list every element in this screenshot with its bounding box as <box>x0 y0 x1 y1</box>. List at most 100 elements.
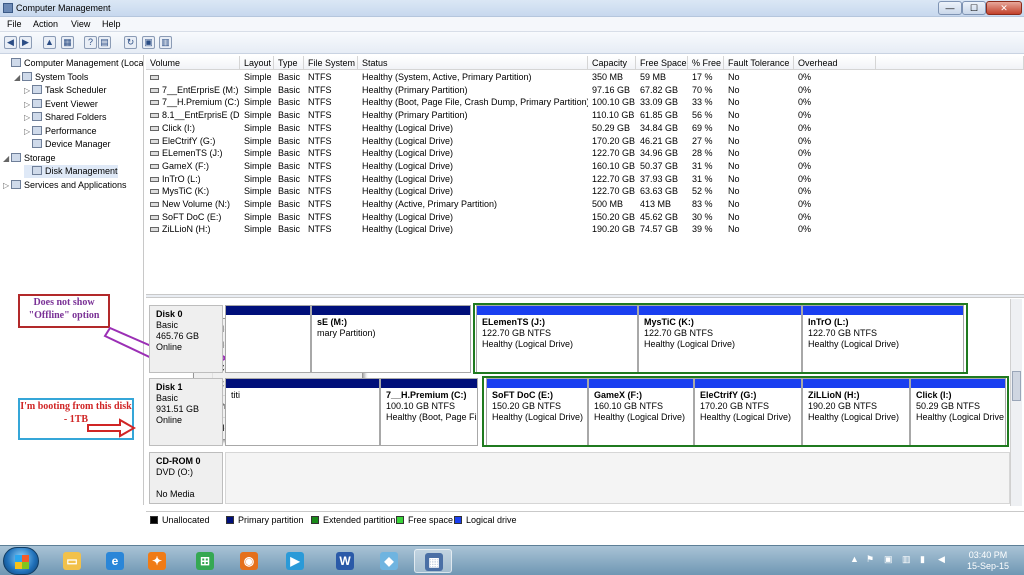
volume-row[interactable]: ZiLLioN (H:) Simple Basic NTFS Healthy (Logi… <box>146 223 1024 236</box>
power-icon[interactable]: ▮ <box>920 554 925 565</box>
forward-arrow-icon[interactable]: ▶ <box>19 36 32 49</box>
volume-row[interactable]: Click (I:) Simple Basic NTFS Healthy (Logica… <box>146 122 1024 135</box>
column-header-file-system[interactable]: File System <box>304 56 358 70</box>
volume-name-text: 8.1__EntErprisE (D:) <box>162 110 240 121</box>
column-header--free[interactable]: % Free <box>688 56 724 70</box>
column-header-fault-tolerance[interactable]: Fault Tolerance <box>724 56 794 70</box>
tree-expander-icon[interactable]: ◢ <box>14 71 22 84</box>
volume-free-space: 33.09 GB <box>640 97 679 108</box>
help-icon[interactable]: ? <box>84 36 97 49</box>
column-header-volume[interactable]: Volume <box>146 56 240 70</box>
tree-item-disk-management[interactable]: Disk Management <box>24 165 118 178</box>
volume-type: Basic <box>278 148 301 159</box>
volume-layout: Simple <box>244 122 272 133</box>
partition-disk1-primary[interactable]: titi <box>225 378 380 446</box>
app-taskbar-button[interactable]: ◆ <box>370 549 408 573</box>
tray-overflow-icon[interactable]: ▲ <box>850 554 859 564</box>
tree-item-performance[interactable]: ▷ Performance <box>24 125 97 138</box>
windows-media-taskbar-button[interactable]: ⊞ <box>186 549 224 573</box>
menu-view[interactable]: View <box>71 19 90 29</box>
column-header-free-space[interactable]: Free Space <box>636 56 688 70</box>
tree-expander-icon[interactable]: ◢ <box>3 152 11 165</box>
volume-row[interactable]: 8.1__EntErprisE (D:) Simple Basic NTFS Healt… <box>146 109 1024 122</box>
partition-se-m[interactable]: sE (M:) mary Partition) <box>311 305 471 373</box>
column-header-overhead[interactable]: Overhead <box>794 56 876 70</box>
tree-expander-icon[interactable]: ▷ <box>24 98 32 111</box>
computer-management-taskbar-button[interactable]: ▦ <box>414 549 452 573</box>
volume-row[interactable]: Simple Basic NTFS Healthy (System, Active, … <box>146 71 1024 84</box>
volume-row[interactable]: InTrO (L:) Simple Basic NTFS Healthy (Logica… <box>146 173 1024 186</box>
menu-help[interactable]: Help <box>102 19 121 29</box>
tree-expander-icon[interactable]: ▷ <box>24 111 32 124</box>
word-taskbar-button[interactable]: W <box>326 549 364 573</box>
start-button[interactable] <box>3 547 39 575</box>
menu-file[interactable]: File <box>7 19 22 29</box>
volume-row[interactable]: New Volume (N:) Simple Basic NTFS Healthy (A… <box>146 198 1024 211</box>
system-clock[interactable]: 03:40 PM 15-Sep-15 <box>958 550 1018 572</box>
rescan-icon[interactable]: ▣ <box>142 36 155 49</box>
tree-item-services-and-applications[interactable]: ▷ Services and Applications <box>3 179 127 192</box>
volume-row[interactable]: ELemenTS (J:) Simple Basic NTFS Healthy (Log… <box>146 147 1024 160</box>
back-arrow-icon[interactable]: ◀ <box>4 36 17 49</box>
internet-explorer-taskbar-button[interactable]: e <box>96 549 134 573</box>
minimize-button[interactable]: — <box>938 1 962 15</box>
scrollbar-thumb[interactable] <box>1012 371 1021 401</box>
network-icon[interactable]: ▥ <box>902 554 911 565</box>
explorer-taskbar-button[interactable]: ▭ <box>53 549 91 573</box>
volume-type: Basic <box>278 160 301 171</box>
tray-app-icon[interactable]: ▣ <box>884 554 893 565</box>
pane-splitter[interactable] <box>146 294 1024 298</box>
disk-name: Disk 1 <box>156 382 183 392</box>
volume-file-system: NTFS <box>308 110 332 121</box>
tree-item-task-scheduler[interactable]: ▷ Task Scheduler <box>24 84 107 97</box>
tree-expander-icon[interactable]: ▷ <box>24 84 32 97</box>
volume-fault-tolerance: No <box>728 186 740 197</box>
volume-row[interactable]: 7__H.Premium (C:) Simple Basic NTFS Healthy … <box>146 96 1024 109</box>
maximize-button[interactable]: ☐ <box>962 1 986 15</box>
column-header-status[interactable]: Status <box>358 56 588 70</box>
column-header-layout[interactable]: Layout <box>240 56 274 70</box>
volume-row[interactable]: MysTiC (K:) Simple Basic NTFS Healthy (Logic… <box>146 185 1024 198</box>
volume-name: 7__EntErprisE (M:) <box>146 84 240 97</box>
tree-item-system-tools[interactable]: ◢ System Tools <box>14 71 88 84</box>
up-folder-icon[interactable]: ▲ <box>43 36 56 49</box>
show-hide-tree-icon[interactable]: ▦ <box>61 36 74 49</box>
disk-info-disk-1[interactable]: Disk 1 Basic 931.51 GB Online <box>149 378 223 446</box>
column-header-type[interactable]: Type <box>274 56 304 70</box>
media-player-taskbar-button[interactable]: ▶ <box>276 549 314 573</box>
tree-expander-icon[interactable]: ▷ <box>3 179 11 192</box>
tree-item-computer-management-local[interactable]: Computer Management (Local <box>3 57 143 70</box>
tree-item-event-viewer[interactable]: ▷ Event Viewer <box>24 98 98 111</box>
volume-row[interactable]: GameX (F:) Simple Basic NTFS Healthy (Logica… <box>146 160 1024 173</box>
partition-system[interactable] <box>225 305 311 373</box>
tree-item-storage[interactable]: ◢ Storage <box>3 152 56 165</box>
volume-name: 8.1__EntErprisE (D:) <box>146 109 240 122</box>
volume-row[interactable]: 7__EntErprisE (M:) Simple Basic NTFS Healthy… <box>146 84 1024 97</box>
disk-size: 931.51 GB <box>156 404 200 414</box>
properties-icon[interactable]: ▤ <box>98 36 111 49</box>
volume-file-system: NTFS <box>308 148 332 159</box>
tree-item-shared-folders[interactable]: ▷ Shared Folders <box>24 111 107 124</box>
disk-size: 465.76 GB <box>156 331 200 341</box>
volume-icon[interactable]: ◀ <box>938 554 945 565</box>
tree-expander-icon[interactable]: ▷ <box>24 125 32 138</box>
action-center-icon[interactable]: ⚑ <box>866 554 874 565</box>
menu-action[interactable]: Action <box>33 19 58 29</box>
disk-info-cd-rom-0[interactable]: CD-ROM 0 DVD (O:) No Media <box>149 452 223 504</box>
partition-name: 7__H.Premium (C:) <box>386 390 467 400</box>
column-header-capacity[interactable]: Capacity <box>588 56 636 70</box>
volume-row[interactable]: SoFT DoC (E:) Simple Basic NTFS Healthy (Log… <box>146 211 1024 224</box>
refresh-icon[interactable]: ↻ <box>124 36 137 49</box>
avast-taskbar-button[interactable]: ✦ <box>138 549 176 573</box>
tree-item-label: Services and Applications <box>24 179 127 190</box>
firefox-taskbar-button[interactable]: ◉ <box>230 549 268 573</box>
disk-info-disk-0[interactable]: Disk 0 Basic 465.76 GB Online <box>149 305 223 373</box>
vertical-scrollbar[interactable] <box>1010 299 1022 506</box>
partition-disk1-7-h-premium-c[interactable]: 7__H.Premium (C:) 100.10 GB NTFS Healthy (… <box>380 378 478 446</box>
tree-item-device-manager[interactable]: Device Manager <box>24 138 111 151</box>
volume-name-text: ELemenTS (J:) <box>162 148 223 159</box>
close-button[interactable]: ✕ <box>986 1 1022 15</box>
more-actions-icon[interactable]: ▥ <box>159 36 172 49</box>
volume-fault-tolerance: No <box>728 148 740 159</box>
volume-row[interactable]: EleCtrifY (G:) Simple Basic NTFS Healthy (Lo… <box>146 135 1024 148</box>
